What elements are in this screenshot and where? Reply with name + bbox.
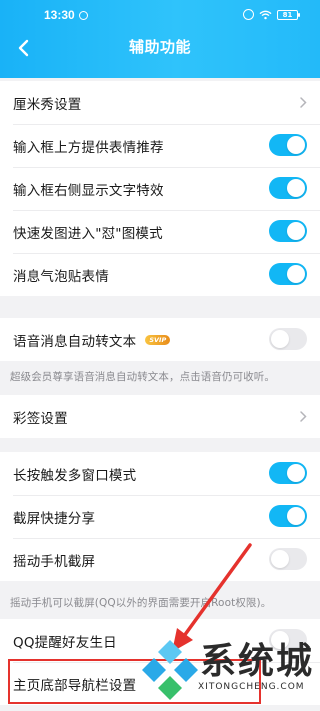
setting-row-color-tag[interactable]: 彩签设置 (0, 395, 320, 438)
nav-bar: 辅助功能 (0, 28, 320, 68)
watermark-logo-icon (142, 640, 198, 700)
app-header: 13:30 81 辅助功能 (0, 0, 320, 78)
setting-row-shake-screenshot: 摇动手机截屏 (0, 538, 320, 581)
toggle-knob (287, 136, 305, 154)
watermark-subtext: XITONGCHENG.COM (198, 682, 305, 692)
settings-group-2: 语音消息自动转文本 SVIP (0, 318, 320, 361)
setting-label: 快速发图进入"怼"图模式 (13, 225, 163, 242)
alarm-icon (243, 9, 254, 20)
setting-label: 截屏快捷分享 (13, 510, 96, 527)
watermark: 系统城 XITONGCHENG.COM (140, 628, 320, 711)
toggle-switch[interactable] (269, 462, 307, 484)
toggle-knob (287, 507, 305, 525)
chevron-right-icon (300, 411, 307, 422)
battery-icon: 81 (277, 9, 300, 20)
toggle-knob (287, 265, 305, 283)
setting-label: 厘米秀设置 (13, 96, 82, 113)
page-title: 辅助功能 (128, 38, 191, 56)
setting-label: 输入框右侧显示文字特效 (13, 182, 164, 199)
toggle-knob (287, 222, 305, 240)
watermark-text: 系统城 (200, 640, 315, 682)
toggle-knob (271, 330, 289, 348)
setting-row-emoji-recommend: 输入框上方提供表情推荐 (0, 124, 320, 167)
chevron-right-icon (300, 97, 307, 108)
status-time: 13:30 (44, 8, 75, 22)
toggle-knob (271, 550, 289, 568)
setting-row-text-effect: 输入框右侧显示文字特效 (0, 167, 320, 210)
shake-note: 摇动手机可以截屏(QQ以外的界面需要开启Root权限)。 (10, 597, 272, 609)
setting-row-cmshow[interactable]: 厘米秀设置 (0, 81, 320, 124)
voice-note: 超级会员尊享语音消息自动转文本，点击语音仍可收听。 (10, 371, 275, 383)
setting-label: QQ提醒好友生日 (13, 634, 117, 651)
status-icons: 81 (243, 9, 300, 20)
setting-row-quick-image: 快速发图进入"怼"图模式 (0, 210, 320, 253)
toggle-switch[interactable] (269, 548, 307, 570)
toggle-switch[interactable] (269, 220, 307, 242)
toggle-switch[interactable] (269, 134, 307, 156)
svip-badge: SVIP (145, 334, 171, 345)
setting-label: 长按触发多窗口模式 (13, 467, 137, 484)
setting-row-multi-window: 长按触发多窗口模式 (0, 452, 320, 495)
setting-label: 输入框上方提供表情推荐 (13, 139, 164, 156)
settings-group-1: 厘米秀设置 输入框上方提供表情推荐 输入框右侧显示文字特效 快速发图进入"怼"图… (0, 81, 320, 296)
toggle-switch[interactable] (269, 505, 307, 527)
setting-label: 摇动手机截屏 (13, 553, 96, 570)
settings-group-4: 长按触发多窗口模式 截屏快捷分享 摇动手机截屏 (0, 452, 320, 581)
toggle-knob (287, 464, 305, 482)
toggle-switch[interactable] (269, 328, 307, 350)
setting-row-voice-to-text: 语音消息自动转文本 SVIP (0, 318, 320, 361)
app-notification-icon (79, 11, 88, 20)
setting-label: 消息气泡贴表情 (13, 268, 109, 285)
toggle-switch[interactable] (269, 263, 307, 285)
settings-group-3: 彩签设置 (0, 395, 320, 438)
setting-row-screenshot-share: 截屏快捷分享 (0, 495, 320, 538)
toggle-switch[interactable] (269, 177, 307, 199)
toggle-knob (287, 179, 305, 197)
setting-label: 语音消息自动转文本 (13, 333, 137, 350)
wifi-icon (259, 10, 272, 19)
setting-row-bubble-sticker: 消息气泡贴表情 (0, 253, 320, 296)
status-bar: 13:30 81 (0, 0, 320, 26)
setting-label: 彩签设置 (13, 410, 68, 427)
